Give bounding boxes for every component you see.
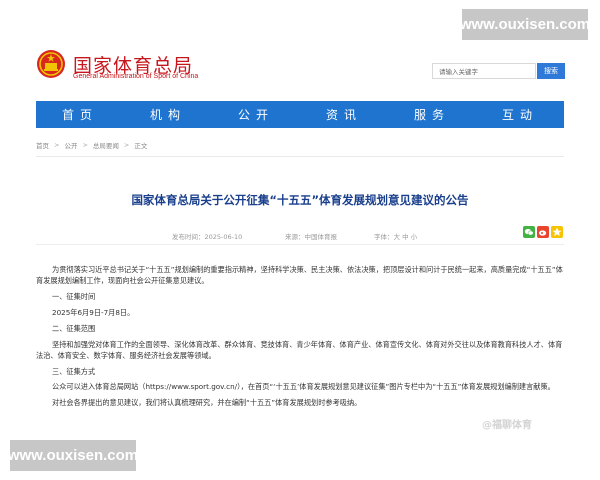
nav-item-interaction[interactable]: 互动 bbox=[476, 101, 564, 128]
nav-item-home[interactable]: 首页 bbox=[36, 101, 124, 128]
article-title: 国家体育总局关于公开征集“十五五”体育发展规划意见建议的公告 bbox=[131, 193, 469, 207]
site-subtitle: General Administration of Sport of China bbox=[73, 73, 199, 80]
qzone-share-icon[interactable] bbox=[551, 226, 563, 238]
article-paragraph: 公众可以进入体育总局网站（https://www.sport.gov.cn/），… bbox=[52, 382, 555, 392]
article-body: 为贯彻落实习近平总书记关于“十五五”规划编制的重要指示精神，坚持科学决策、民主决… bbox=[36, 264, 564, 413]
article-paragraph: 对社会各界提出的意见建议，我们将认真梳理研究，并在编制“十五五”体育发展规划时参… bbox=[52, 398, 362, 408]
nav-item-organization[interactable]: 机构 bbox=[124, 101, 212, 128]
article-paragraph: 坚持和加强党对体育工作的全面领导、深化体育改革、群众体育、竞技体育、青少年体育、… bbox=[36, 339, 563, 360]
font-size-selector[interactable]: 字体：大 中 小 bbox=[374, 231, 417, 241]
section-heading: 一、征集时间 bbox=[52, 292, 96, 301]
national-emblem-icon bbox=[36, 49, 66, 79]
breadcrumb-separator: > bbox=[54, 141, 60, 149]
article-paragraph: 为贯彻落实习近平总书记关于“十五五”规划编制的重要指示精神，坚持科学决策、民主决… bbox=[36, 265, 563, 286]
publish-date: 发布时间：2025-06-10 bbox=[172, 233, 243, 241]
breadcrumb-news[interactable]: 总局要闻 bbox=[93, 140, 119, 150]
breadcrumb-home[interactable]: 首页 bbox=[36, 140, 49, 150]
article-paragraph: 2025年6月9日-7月8日。 bbox=[52, 307, 135, 317]
source-watermark: @福聊体育 bbox=[482, 420, 532, 431]
nav-item-services[interactable]: 服务 bbox=[388, 101, 476, 128]
nav-item-news[interactable]: 资讯 bbox=[300, 101, 388, 128]
section-heading: 二、征集范围 bbox=[52, 323, 96, 333]
wechat-share-icon[interactable] bbox=[523, 226, 535, 238]
header-divider bbox=[36, 156, 564, 157]
meta-divider bbox=[36, 244, 564, 245]
watermark-top: www.ouxisen.com bbox=[460, 9, 590, 40]
weibo-share-icon[interactable] bbox=[537, 226, 549, 238]
article-source: 来源：中国体育报 bbox=[285, 233, 337, 241]
breadcrumb-current: 正文 bbox=[134, 142, 148, 150]
breadcrumb-public[interactable]: 公开 bbox=[64, 140, 77, 150]
main-nav: 首页 机构 公开 资讯 服务 互动 bbox=[36, 101, 564, 128]
breadcrumb-separator: > bbox=[82, 141, 88, 149]
breadcrumb-separator: > bbox=[123, 141, 130, 149]
breadcrumb: 首页 > 公开 > 总局要闻 > 正文 bbox=[36, 140, 147, 150]
search-input[interactable]: 请输入关键字 bbox=[432, 63, 536, 79]
section-heading: 三、征集方式 bbox=[52, 366, 96, 376]
watermark-bottom: www.ouxisen.com bbox=[8, 440, 138, 471]
nav-item-public[interactable]: 公开 bbox=[212, 101, 300, 128]
search-button[interactable]: 搜索 bbox=[537, 63, 565, 79]
